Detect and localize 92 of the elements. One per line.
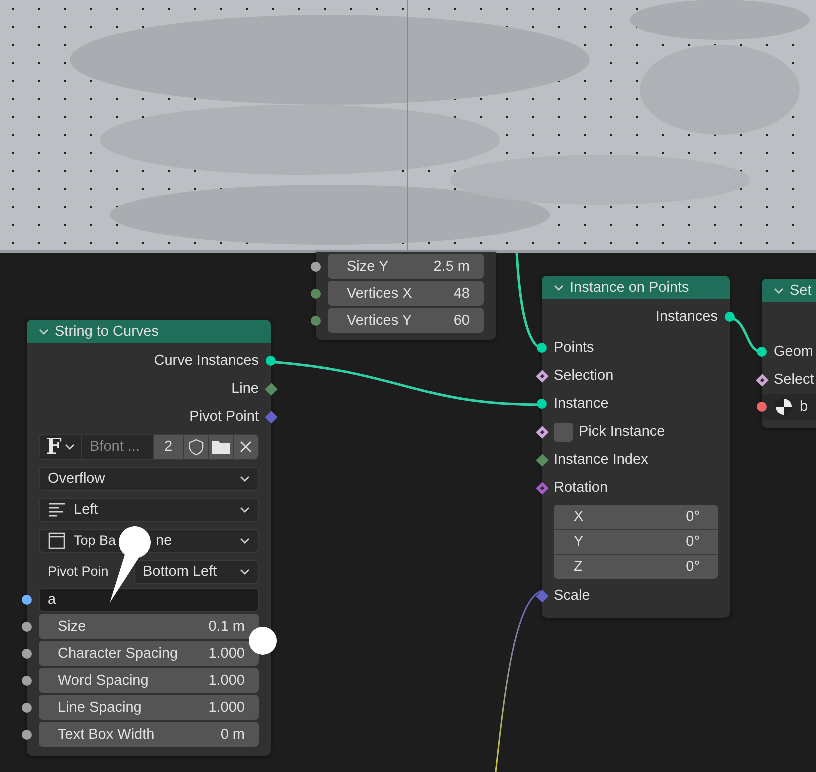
input-socket[interactable] [22,676,32,686]
field-label: Character Spacing [58,646,178,662]
dropdown-value: ne [156,532,174,548]
socket-label: Select [774,372,814,388]
socket-label: Instance Index [554,452,648,468]
node-header[interactable]: Instance on Points [542,276,730,299]
caret-icon [240,476,250,482]
socket-label: Instances [656,309,718,325]
input-socket[interactable] [22,622,32,632]
material-icon [774,397,794,417]
number-field[interactable]: Vertices Y 60 [328,308,484,333]
checkbox[interactable] [554,422,573,442]
caret-icon [240,568,250,574]
number-field[interactable]: Size Y 2.5 m [328,254,484,279]
number-field[interactable]: Vertices X 48 [328,281,484,306]
input-socket[interactable] [537,399,547,409]
marker-dot [249,627,277,655]
input-socket[interactable] [311,262,321,272]
dropdown[interactable]: Overflow [39,466,259,490]
field-label: Size [58,618,86,634]
input-socket[interactable] [311,288,321,298]
number-field[interactable]: Line Spacing 1.000 [39,695,259,720]
number-field[interactable]: Size 0.1 m [39,614,259,639]
number-field[interactable]: Character Spacing 1.000 [39,641,259,666]
node-title: String to Curves [55,324,159,340]
font-selector[interactable]: F [40,435,82,459]
field-value: 0 m [220,726,245,742]
caret-icon [64,444,75,450]
field-label: Line Spacing [58,700,142,716]
input-socket[interactable] [537,343,547,353]
field-value: 48 [454,286,470,302]
frame-icon [48,532,66,550]
input-socket[interactable] [536,590,548,602]
field-value: 1.000 [208,646,245,662]
field-label: Word Spacing [58,672,149,688]
field-label: Vertices Y [347,312,412,328]
input-socket[interactable] [22,595,32,605]
node-title: Instance on Points [570,280,690,296]
field-value: 2.5 m [434,258,470,274]
socket-label: Curve Instances [154,353,259,369]
field-value: 0° [686,534,700,550]
collapse-icon [39,328,49,334]
field-label: Pivot Poin [47,564,110,579]
dropdown[interactable]: Bottom Left [134,560,259,584]
input-socket[interactable] [22,702,32,712]
field-value: 1.000 [208,672,245,688]
field-value: 0° [686,559,700,575]
node-header[interactable]: Set [762,279,816,302]
field-label: Y [574,534,584,550]
checkbox-label: Pick Instance [579,424,666,440]
field-value: 1.000 [208,700,245,716]
caret-icon [240,538,250,544]
field-value: 0.1 m [208,618,245,634]
output-socket[interactable] [266,356,276,366]
socket-label: Selection [554,368,614,384]
input-field[interactable]: a [39,588,259,612]
input-socket[interactable] [757,402,767,412]
folder-icon[interactable] [208,435,233,459]
dropdown[interactable]: Left [39,498,259,522]
node-header[interactable]: String to Curves [27,320,271,343]
socket-label: Line [232,381,259,397]
font-name[interactable]: Bfont ... [82,435,153,459]
field-label: Vertices X [347,286,412,302]
input-socket[interactable] [22,730,32,740]
field-label: Size Y [347,258,389,274]
dropdown-value: Top Ba [74,533,116,548]
input-socket[interactable] [757,347,767,357]
input-socket[interactable] [311,316,321,326]
socket-label: Scale [554,588,590,604]
number-field[interactable]: Word Spacing 1.000 [39,668,259,693]
socket-label: Geom [774,344,814,360]
output-socket[interactable] [725,312,735,322]
collapse-icon [554,284,564,290]
field-label: X [574,509,584,525]
socket-label: Rotation [554,480,608,496]
socket-label: Points [554,340,594,356]
field-label: Z [574,559,583,575]
shield-icon[interactable] [183,435,208,459]
vector-field[interactable]: X 0° Y 0° Z 0° [554,505,718,579]
collapse-icon [774,288,784,294]
align-left-icon [48,500,66,518]
field-value: 60 [454,312,470,328]
field-value: 0° [686,509,700,525]
user-count[interactable]: 2 [153,435,183,459]
input-socket[interactable] [22,648,32,658]
caret-icon [240,506,250,512]
socket-label: Instance [554,396,609,412]
close-icon[interactable] [233,435,258,459]
number-field[interactable]: Text Box Width 0 m [39,722,259,747]
field-label: Text Box Width [58,726,155,742]
node-title: Set [790,282,812,298]
socket-label: Pivot Point [190,409,259,425]
